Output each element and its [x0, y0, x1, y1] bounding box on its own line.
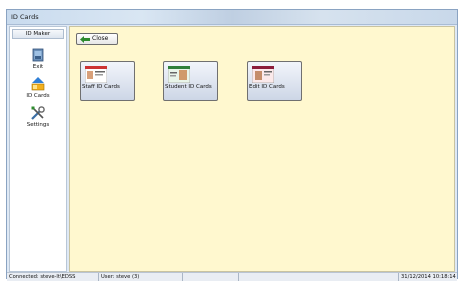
staff-id-card-icon: [85, 66, 107, 83]
sidebar-item-label: Settings: [26, 122, 50, 128]
status-empty-2: [239, 273, 399, 281]
edit-id-card-icon: [252, 66, 274, 83]
exit-icon: [32, 48, 44, 62]
sidebar-header[interactable]: ID Maker: [12, 29, 64, 39]
window-title: ID Cards: [11, 13, 39, 21]
settings-icon: [31, 106, 45, 120]
card-edit-id[interactable]: Edit ID Cards: [247, 61, 302, 101]
status-empty-1: [183, 273, 239, 281]
status-user: User: steve (3): [99, 273, 183, 281]
app-window: ID Cards ID Maker Exit ID Cards Settings…: [6, 9, 458, 281]
sidebar-item-label: Exit: [32, 64, 44, 70]
card-label: Edit ID Cards: [249, 84, 285, 90]
sidebar-item-id-cards[interactable]: ID Cards: [10, 76, 66, 99]
back-arrow-icon: [80, 36, 90, 43]
sidebar-item-label: ID Cards: [26, 93, 50, 99]
status-datetime: 31/12/2014 10:18:14: [401, 274, 456, 280]
card-label: Student ID Cards: [165, 84, 212, 90]
card-label: Staff ID Cards: [82, 84, 120, 90]
status-bar: Connected: steve-lt\EDSS User: steve (3)…: [7, 272, 457, 281]
sidebar-item-settings[interactable]: Settings: [10, 105, 66, 128]
status-connection: Connected: steve-lt\EDSS: [7, 273, 99, 281]
card-staff-id[interactable]: Staff ID Cards: [80, 61, 135, 101]
id-cards-icon: [31, 77, 45, 91]
close-button[interactable]: Close: [76, 33, 118, 45]
student-id-card-icon: [168, 66, 190, 83]
main-content: Close Staff ID Cards Student ID Cards Ed…: [69, 26, 455, 272]
title-bar[interactable]: ID Cards: [7, 10, 457, 25]
card-student-id[interactable]: Student ID Cards: [163, 61, 218, 101]
close-button-label: Close: [92, 35, 109, 42]
sidebar-item-exit[interactable]: Exit: [10, 47, 66, 70]
sidebar: ID Maker Exit ID Cards Settings: [9, 26, 67, 272]
